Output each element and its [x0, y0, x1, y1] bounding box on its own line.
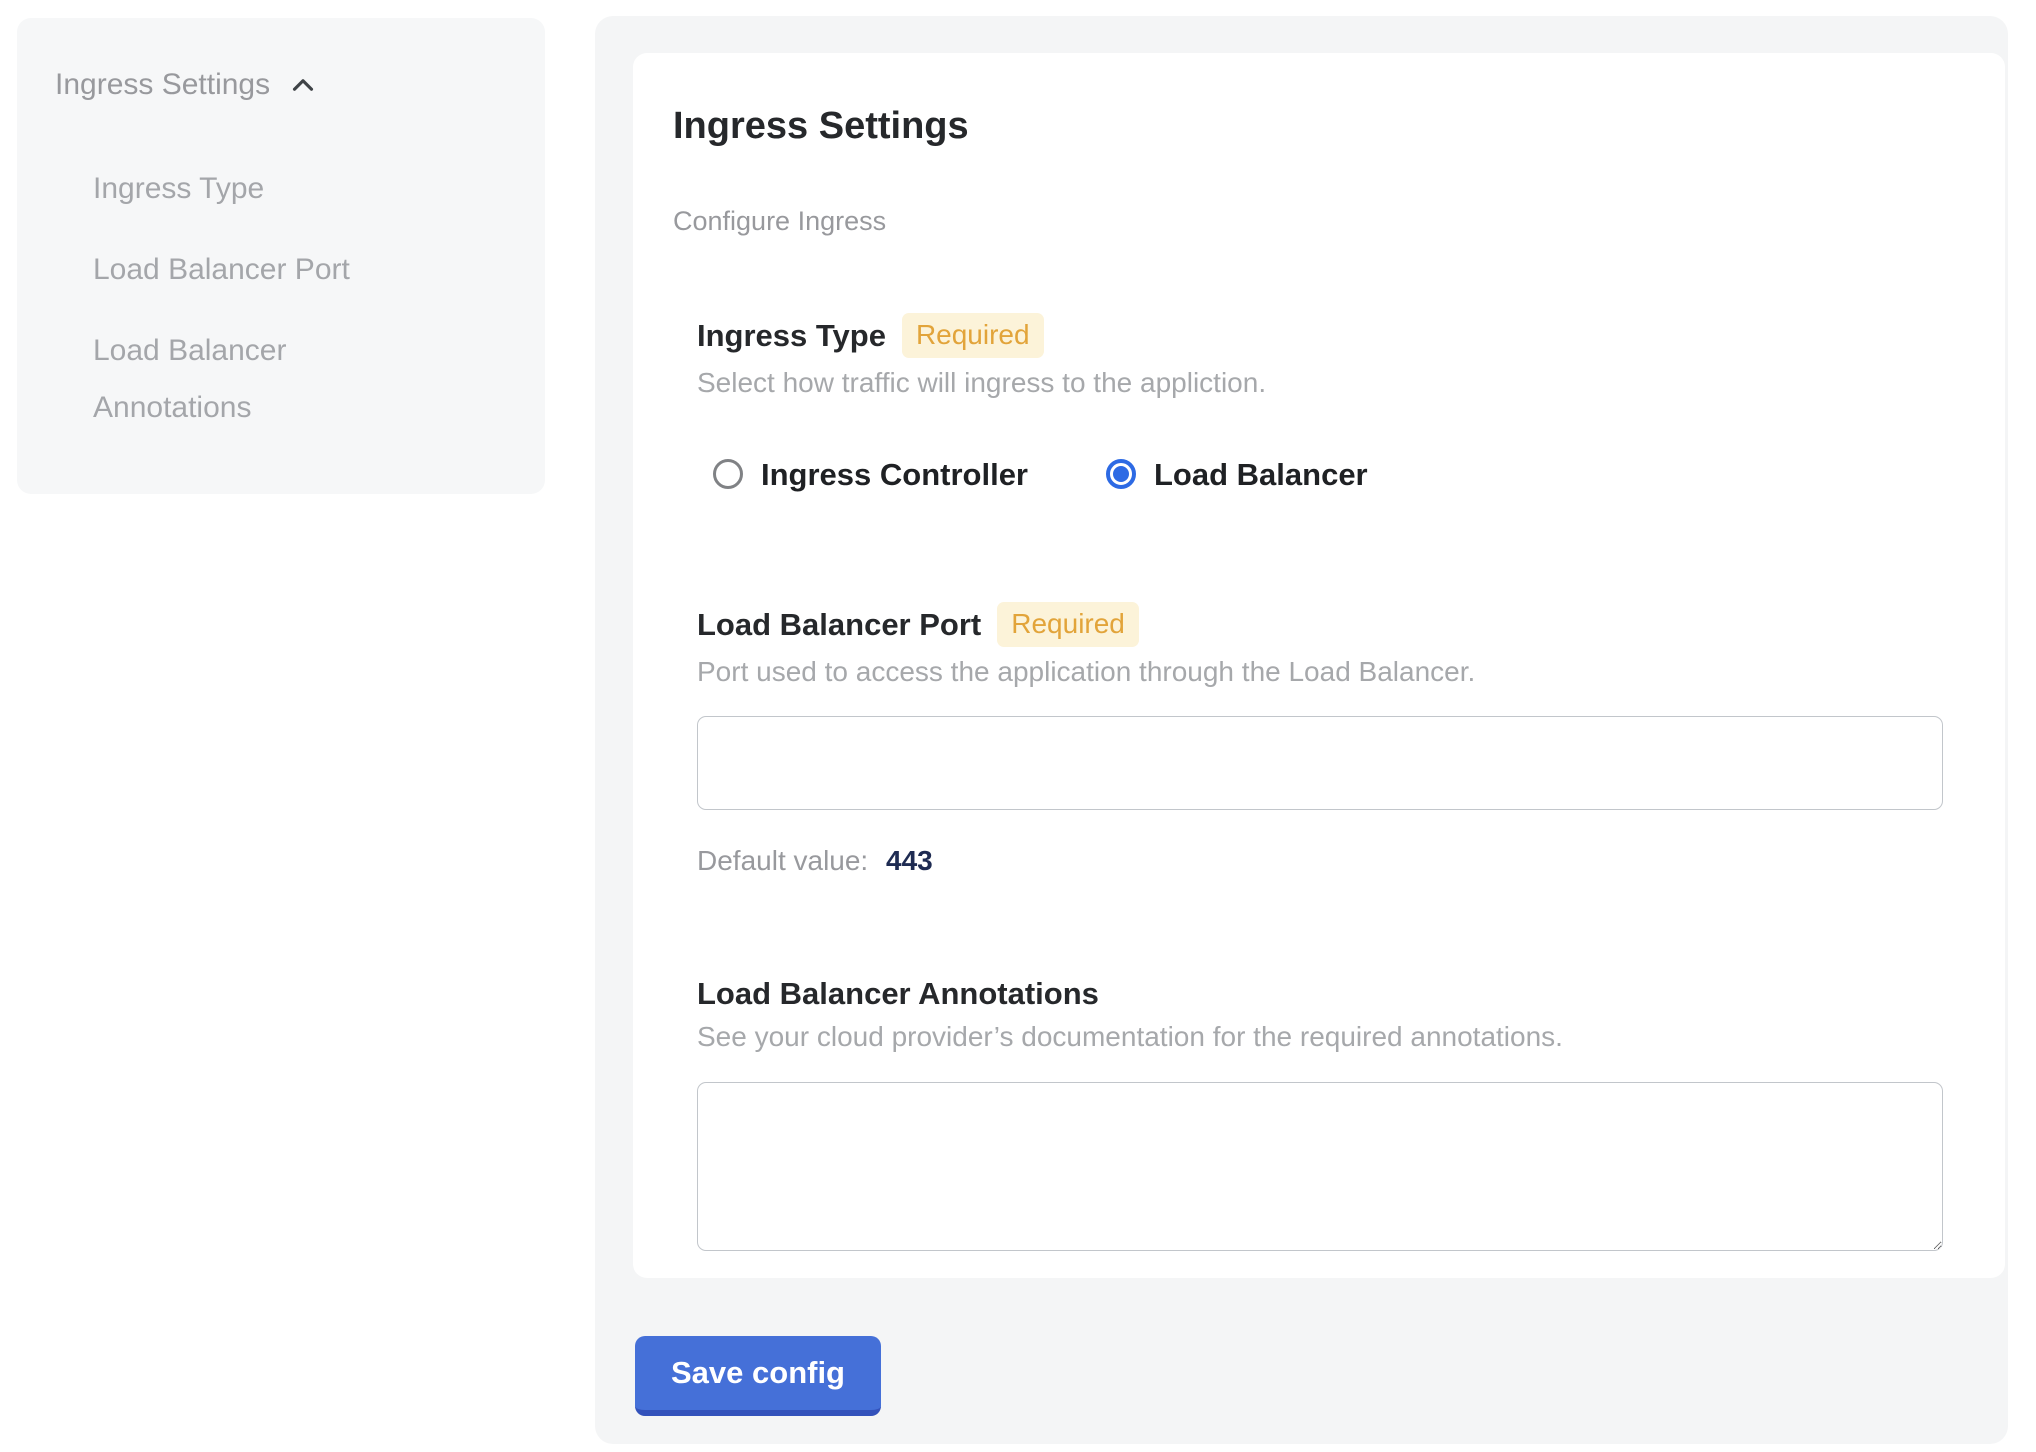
- sidebar-item-load-balancer-annotations[interactable]: Load Balancer Annotations: [93, 322, 393, 436]
- save-config-button[interactable]: Save config: [635, 1336, 881, 1416]
- settings-nav-sidebar: Ingress Settings Ingress Type Load Balan…: [17, 18, 545, 494]
- sidebar-section-ingress-settings[interactable]: Ingress Settings: [55, 66, 515, 104]
- sidebar-item-list: Ingress Type Load Balancer Port Load Bal…: [93, 160, 515, 436]
- radio-option-ingress-controller[interactable]: Ingress Controller: [713, 456, 1028, 493]
- radio-label-ingress-controller: Ingress Controller: [761, 456, 1028, 493]
- radio-option-load-balancer[interactable]: Load Balancer: [1106, 456, 1368, 493]
- settings-panel-container: Ingress Settings Configure Ingress Ingre…: [595, 16, 2008, 1444]
- radio-unselected-icon: [713, 459, 743, 489]
- ingress-type-description: Select how traffic will ingress to the a…: [697, 366, 1965, 400]
- load-balancer-annotations-textarea[interactable]: [697, 1082, 1943, 1251]
- field-load-balancer-port: Load Balancer Port Required Port used to…: [697, 602, 1965, 878]
- ingress-type-radio-group: Ingress Controller Load Balancer: [697, 456, 1965, 493]
- lb-annotations-description: See your cloud provider’s documentation …: [697, 1020, 1965, 1054]
- required-badge: Required: [997, 602, 1139, 647]
- default-value-line: Default value: 443: [697, 844, 1965, 878]
- ingress-settings-card: Ingress Settings Configure Ingress Ingre…: [633, 53, 2005, 1278]
- field-load-balancer-annotations: Load Balancer Annotations See your cloud…: [697, 975, 1965, 1251]
- default-value-number: 443: [886, 845, 933, 876]
- lb-annotations-label: Load Balancer Annotations: [697, 975, 1099, 1012]
- lb-port-description: Port used to access the application thro…: [697, 655, 1965, 689]
- field-ingress-type: Ingress Type Required Select how traffic…: [697, 313, 1965, 493]
- lb-port-label: Load Balancer Port: [697, 606, 981, 643]
- sidebar-item-ingress-type[interactable]: Ingress Type: [93, 160, 393, 217]
- field-lb-port-header: Load Balancer Port Required: [697, 602, 1965, 647]
- radio-selected-icon: [1106, 459, 1136, 489]
- field-ingress-type-header: Ingress Type Required: [697, 313, 1965, 358]
- sidebar-item-load-balancer-port[interactable]: Load Balancer Port: [93, 241, 393, 298]
- required-badge: Required: [902, 313, 1044, 358]
- field-lb-annotations-header: Load Balancer Annotations: [697, 975, 1965, 1012]
- page-subtitle: Configure Ingress: [673, 205, 1965, 237]
- default-value-label: Default value:: [697, 845, 868, 876]
- sidebar-section-title: Ingress Settings: [55, 66, 270, 104]
- page-title: Ingress Settings: [673, 105, 1965, 149]
- radio-label-load-balancer: Load Balancer: [1154, 456, 1368, 493]
- load-balancer-port-input[interactable]: [697, 716, 1943, 810]
- ingress-type-label: Ingress Type: [697, 317, 886, 354]
- chevron-up-icon: [286, 68, 320, 102]
